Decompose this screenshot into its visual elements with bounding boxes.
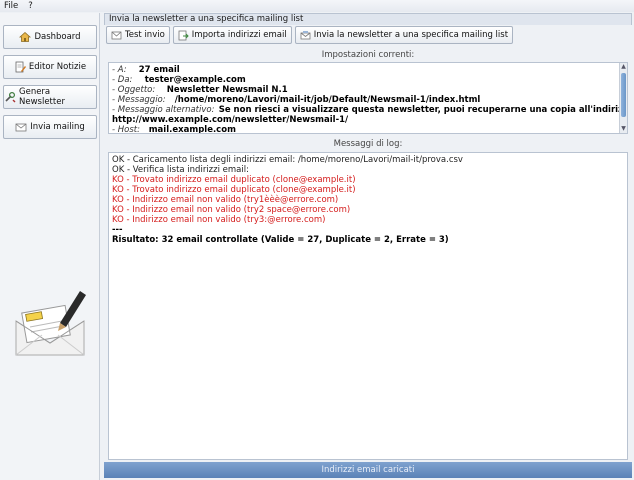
sidebar: Dashboard Editor Notizie Genera Newslett… (0, 13, 100, 480)
importa-indirizzi-button[interactable]: Importa indirizzi email (172, 26, 292, 44)
send-mail-icon (15, 121, 27, 133)
sidebar-item-label: Invia mailing (30, 122, 85, 132)
test-invio-button[interactable]: Test invio (106, 26, 170, 44)
main-panel: Invia la newsletter a una specifica mail… (104, 13, 632, 480)
log-line: OK - Caricamento lista degli indirizzi e… (112, 155, 463, 165)
scroll-down-icon[interactable]: ▼ (620, 125, 627, 133)
log-line-error: KO - Trovato indirizzo email duplicato (… (112, 185, 356, 195)
log-line-error: KO - Indirizzo email non valido (try2 sp… (112, 205, 351, 215)
tools-icon (4, 91, 16, 103)
menu-help[interactable]: ? (28, 1, 33, 11)
settings-row-messaggio: - Messaggio: /home/moreno/Lavori/mail-it… (112, 95, 481, 105)
log-line: OK - Verifica lista indirizzi email: (112, 165, 249, 175)
sidebar-item-genera-newsletter[interactable]: Genera Newsletter (3, 85, 97, 109)
settings-row-a: - A: 27 email (112, 65, 180, 75)
settings-row-host: - Host: mail.example.com (112, 125, 236, 134)
mailing-list-icon (300, 30, 311, 41)
log-line-error: KO - Indirizzo email non valido (try1èèè… (112, 195, 339, 205)
home-icon (19, 31, 32, 43)
settings-scroll-thumb[interactable] (621, 73, 626, 117)
sidebar-item-label: Editor Notizie (28, 62, 87, 72)
status-bar: Indirizzi email caricati (104, 462, 632, 478)
settings-row-messaggio-alternativo: - Messaggio alternativo: Se non riesci a… (112, 105, 628, 115)
menu-bar: File ? (0, 0, 634, 12)
sidebar-item-label: Genera Newsletter (19, 87, 65, 107)
sidebar-item-editor-notizie[interactable]: Editor Notizie (3, 55, 97, 79)
log-line-error: KO - Indirizzo email non valido (try3:@e… (112, 215, 326, 225)
sidebar-item-label: Dashboard (34, 32, 81, 42)
settings-panel: - A: 27 email - Da: tester@example.com -… (108, 62, 628, 134)
sidebar-item-dashboard[interactable]: Dashboard (3, 25, 97, 49)
settings-heading: Impostazioni correnti: (321, 50, 415, 60)
scroll-up-icon[interactable]: ▲ (620, 63, 627, 71)
main-title: Invia la newsletter a una specifica mail… (104, 13, 632, 25)
settings-row-oggetto: - Oggetto: Newsletter Newsmail N.1 (112, 85, 288, 95)
log-heading: Messaggi di log: (333, 139, 403, 149)
sidebar-item-invia-mailing[interactable]: Invia mailing (3, 115, 97, 139)
log-panel: OK - Caricamento lista degli indirizzi e… (108, 152, 628, 460)
log-line-error: KO - Trovato indirizzo email duplicato (… (112, 175, 356, 185)
invia-newsletter-button[interactable]: Invia la newsletter a una specifica mail… (294, 26, 514, 44)
log-separator: --- (112, 225, 123, 235)
settings-row-alt-url: http://www.example.com/newsletter/Newsma… (112, 115, 349, 125)
menu-file[interactable]: File (4, 1, 18, 11)
mail-logo-icon (10, 283, 90, 363)
document-edit-icon (14, 61, 26, 73)
settings-row-da: - Da: tester@example.com (112, 75, 246, 85)
log-result: Risultato: 32 email controllate (Valide … (112, 235, 449, 245)
import-icon (178, 30, 189, 41)
settings-scrollbar[interactable]: ▲ ▼ (619, 63, 627, 133)
toolbar: Test invio Importa indirizzi email Invia… (104, 25, 632, 45)
send-test-icon (111, 30, 122, 41)
